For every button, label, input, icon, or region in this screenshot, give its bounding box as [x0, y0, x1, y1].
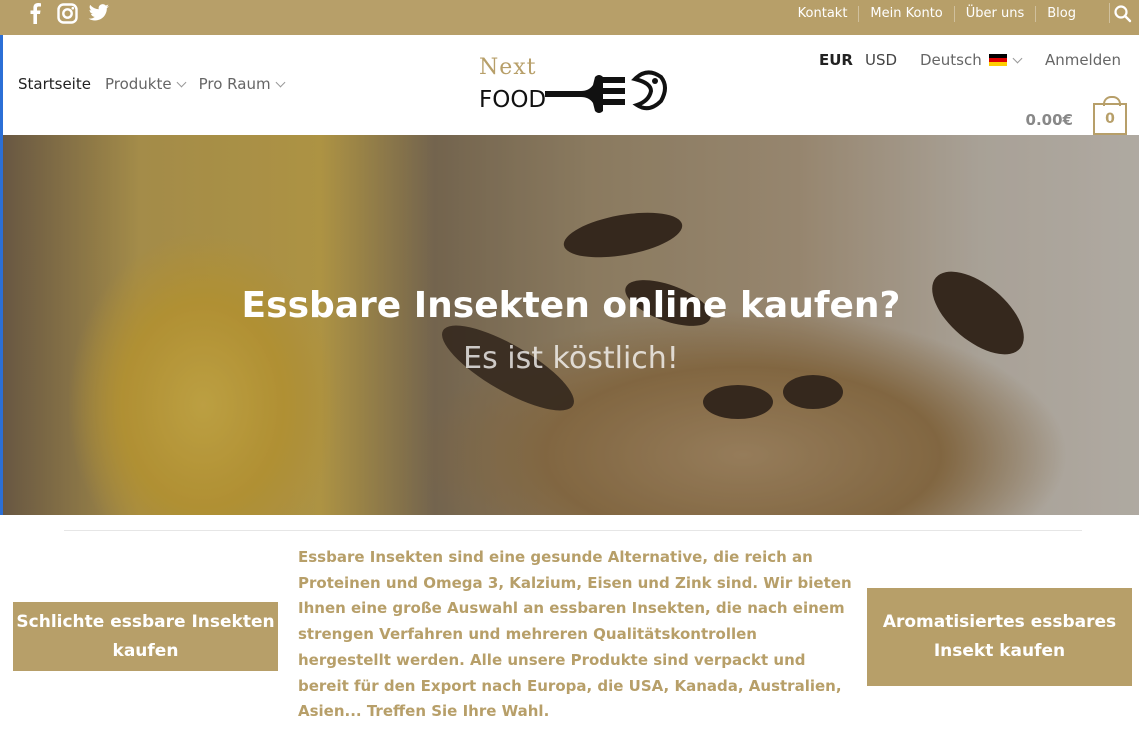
section-divider: [64, 530, 1082, 531]
language-label: Deutsch: [920, 51, 982, 69]
logo-text-next: Next: [479, 55, 537, 80]
buy-flavored-insects-button[interactable]: Aromatisiertes essbares Insekt kaufen: [867, 588, 1132, 686]
chevron-down-icon: [1012, 53, 1023, 63]
instagram-icon[interactable]: [56, 2, 78, 24]
social-links: [24, 2, 110, 24]
top-links: Kontakt Mein Konto Über uns Blog: [787, 0, 1087, 27]
currency-usd[interactable]: USD: [865, 51, 897, 69]
top-link-ueber-uns[interactable]: Über uns: [953, 5, 1036, 22]
facebook-icon[interactable]: [24, 2, 46, 24]
nav-item-label: Produkte: [104, 75, 172, 93]
hero-subtitle: Es ist köstlich!: [463, 341, 679, 376]
top-link-mein-konto[interactable]: Mein Konto: [858, 5, 953, 22]
header-right: EUR USD Deutsch Anmelden 0.00€ 0: [809, 35, 1139, 135]
twitter-icon[interactable]: [88, 2, 110, 24]
top-link-blog[interactable]: Blog: [1035, 5, 1087, 22]
top-bar: Kontakt Mein Konto Über uns Blog: [0, 0, 1139, 35]
cart-icon[interactable]: 0: [1093, 96, 1127, 135]
german-flag-icon: [988, 54, 1007, 66]
nav-item-startseite[interactable]: Startseite: [18, 75, 91, 93]
site-logo[interactable]: Next FOOD: [477, 55, 677, 119]
login-link[interactable]: Anmelden: [1045, 51, 1121, 69]
nav-item-label: Pro Raum: [198, 75, 271, 93]
main-nav: Startseite Produkte Pro Raum: [18, 75, 286, 93]
hero-title: Essbare Insekten online kaufen?: [241, 285, 901, 326]
cart-total[interactable]: 0.00€: [1026, 111, 1073, 129]
cart-count: 0: [1105, 111, 1115, 127]
site-header: Startseite Produkte Pro Raum Next FOOD E…: [3, 35, 1139, 135]
nav-item-produkte[interactable]: Produkte: [104, 75, 187, 93]
nav-item-label: Startseite: [18, 75, 91, 93]
fork-icon: [545, 70, 667, 113]
top-link-kontakt[interactable]: Kontakt: [787, 6, 859, 22]
buy-plain-insects-button[interactable]: Schlichte essbare Insekten kaufen: [13, 602, 278, 671]
chevron-down-icon: [275, 77, 286, 87]
currency-eur[interactable]: EUR: [819, 51, 853, 69]
hero-banner: Essbare Insekten online kaufen? Es ist k…: [3, 135, 1139, 515]
language-switcher[interactable]: Deutsch: [920, 51, 1023, 69]
chevron-down-icon: [176, 77, 187, 87]
nav-item-pro-raum[interactable]: Pro Raum: [198, 75, 286, 93]
currency-switcher: EUR USD: [819, 51, 897, 69]
search-icon[interactable]: [1109, 3, 1132, 23]
intro-description: Essbare Insekten sind eine gesunde Alter…: [298, 548, 852, 721]
